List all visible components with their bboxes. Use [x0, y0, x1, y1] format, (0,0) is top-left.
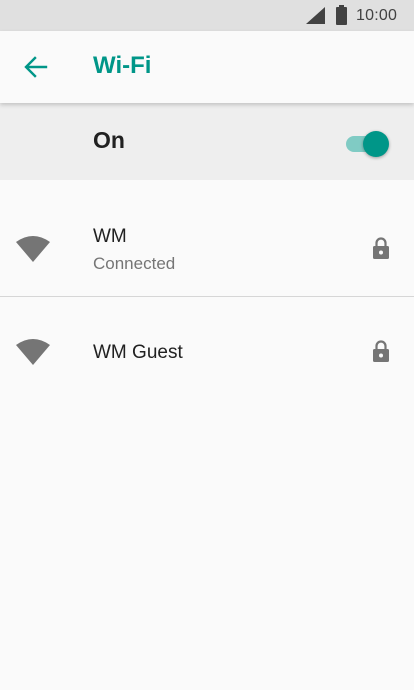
network-item-wm[interactable]: WM Connected [0, 180, 414, 296]
arrow-back-icon[interactable] [22, 53, 50, 81]
cellular-signal-icon [306, 7, 325, 24]
network-status: Connected [93, 254, 176, 273]
lock-icon [373, 237, 389, 259]
status-bar: 10:00 [0, 0, 414, 31]
toolbar: Wi-Fi [0, 31, 414, 103]
wifi-icon [16, 339, 50, 365]
page-title: Wi-Fi [93, 52, 152, 79]
wifi-master-switch-bar[interactable]: On [0, 103, 414, 180]
battery-icon [336, 5, 347, 25]
network-name: WM [93, 226, 127, 247]
toggle-thumb [363, 131, 389, 157]
wifi-toggle[interactable] [343, 129, 391, 157]
network-item-wm-guest[interactable]: WM Guest [0, 297, 414, 407]
wifi-switch-label: On [93, 127, 125, 153]
network-name: WM Guest [93, 342, 183, 363]
wifi-icon [16, 236, 50, 262]
status-time: 10:00 [356, 7, 398, 24]
lock-icon [373, 340, 389, 362]
